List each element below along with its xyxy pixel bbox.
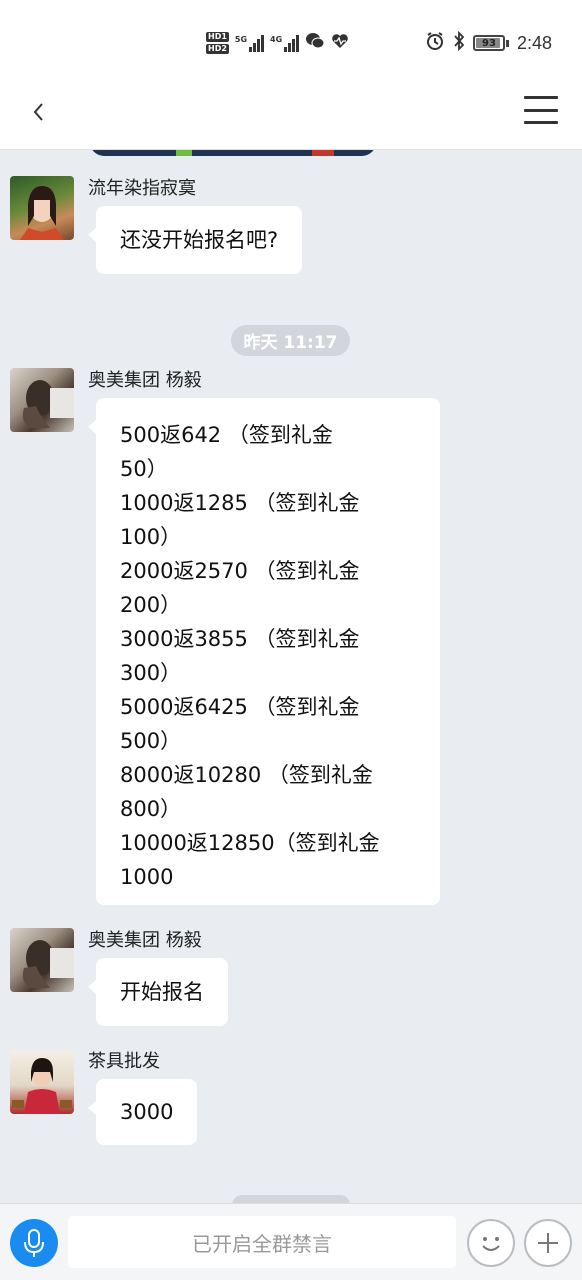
message-text: 开始报名	[120, 980, 204, 1004]
signal-5g-icon: 5G	[235, 34, 265, 52]
status-bar: HD1 HD2 5G 4G 93 2:48	[0, 0, 582, 80]
rebate-line: 200）	[120, 593, 182, 617]
sender-name: 流年染指寂寞	[88, 178, 196, 199]
avatar[interactable]	[10, 368, 74, 432]
sender-name: 奥美集团 杨毅	[88, 930, 202, 951]
rebate-line: 800）	[120, 797, 182, 821]
rebate-line: 5000返6425 （签到礼金	[120, 695, 360, 719]
rebate-line: 50）	[120, 457, 168, 481]
rebate-line: 1000返1285 （签到礼金	[120, 491, 360, 515]
alarm-icon	[425, 31, 445, 55]
rebate-line: 2000返2570 （签到礼金	[120, 559, 360, 583]
status-left-icons: HD1 HD2 5G 4G	[206, 28, 349, 58]
chevron-left-icon	[33, 103, 43, 121]
more-button[interactable]	[524, 1219, 572, 1267]
hd1-badge: HD1	[206, 32, 229, 42]
message-bubble[interactable]: 开始报名	[88, 958, 228, 1026]
menu-button[interactable]	[524, 94, 558, 126]
previous-image-message[interactable]	[90, 150, 376, 156]
avatar[interactable]	[10, 928, 74, 992]
rebate-line: 10000返12850（签到礼金	[120, 831, 380, 855]
clock: 2:48	[516, 32, 552, 53]
message-bubble[interactable]: 500返642 （签到礼金 50） 1000返1285 （签到礼金 100） 2000返…	[88, 398, 440, 905]
hamburger-menu-icon	[524, 96, 558, 99]
mute-notice-field: 已开启全群禁言	[68, 1216, 456, 1268]
rebate-line: 1000	[120, 865, 174, 889]
microphone-icon	[24, 1229, 44, 1257]
voice-button[interactable]	[10, 1219, 58, 1267]
rebate-list: 500返642 （签到礼金 50） 1000返1285 （签到礼金 100） 2000返…	[120, 418, 416, 894]
nav-bar	[0, 80, 582, 150]
sender-name: 奥美集团 杨毅	[88, 370, 202, 391]
hd-indicators: HD1 HD2	[206, 32, 229, 54]
back-button[interactable]	[20, 94, 56, 130]
emoji-button[interactable]	[467, 1219, 515, 1267]
rebate-line: 100）	[120, 525, 182, 549]
avatar[interactable]	[10, 1050, 74, 1114]
rebate-line: 8000返10280 （签到礼金	[120, 763, 373, 787]
input-bar: 已开启全群禁言	[0, 1203, 582, 1280]
bluetooth-icon	[453, 30, 465, 55]
rebate-line: 500）	[120, 729, 182, 753]
message-text: 还没开始报名吧?	[120, 228, 279, 252]
smiley-icon	[482, 1237, 500, 1251]
message-bubble[interactable]: 还没开始报名吧?	[87, 206, 303, 274]
battery-icon: 93	[472, 35, 509, 51]
hd2-badge: HD2	[206, 44, 229, 54]
avatar[interactable]	[10, 176, 74, 240]
rebate-line: 500返642 （签到礼金	[120, 423, 333, 447]
next-timestamp-chip	[232, 1195, 350, 1203]
message-bubble[interactable]: 3000	[87, 1079, 198, 1145]
status-right-icons: 93 2:48	[425, 30, 552, 56]
sender-name: 茶具批发	[88, 1051, 160, 1072]
plus-icon	[538, 1233, 558, 1253]
wechat-icon	[305, 32, 325, 54]
battery-level: 93	[481, 37, 496, 49]
message-text: 3000	[120, 1100, 174, 1124]
chat-area[interactable]: 流年染指寂寞 还没开始报名吧? 昨天 11:17 奥美集团 杨毅 500返642…	[0, 150, 582, 1203]
timestamp-chip: 昨天 11:17	[231, 325, 350, 356]
health-heart-icon	[331, 33, 349, 53]
rebate-line: 300）	[120, 661, 182, 685]
rebate-line: 3000返3855 （签到礼金	[120, 627, 360, 651]
signal-4g-icon: 4G	[270, 34, 300, 52]
